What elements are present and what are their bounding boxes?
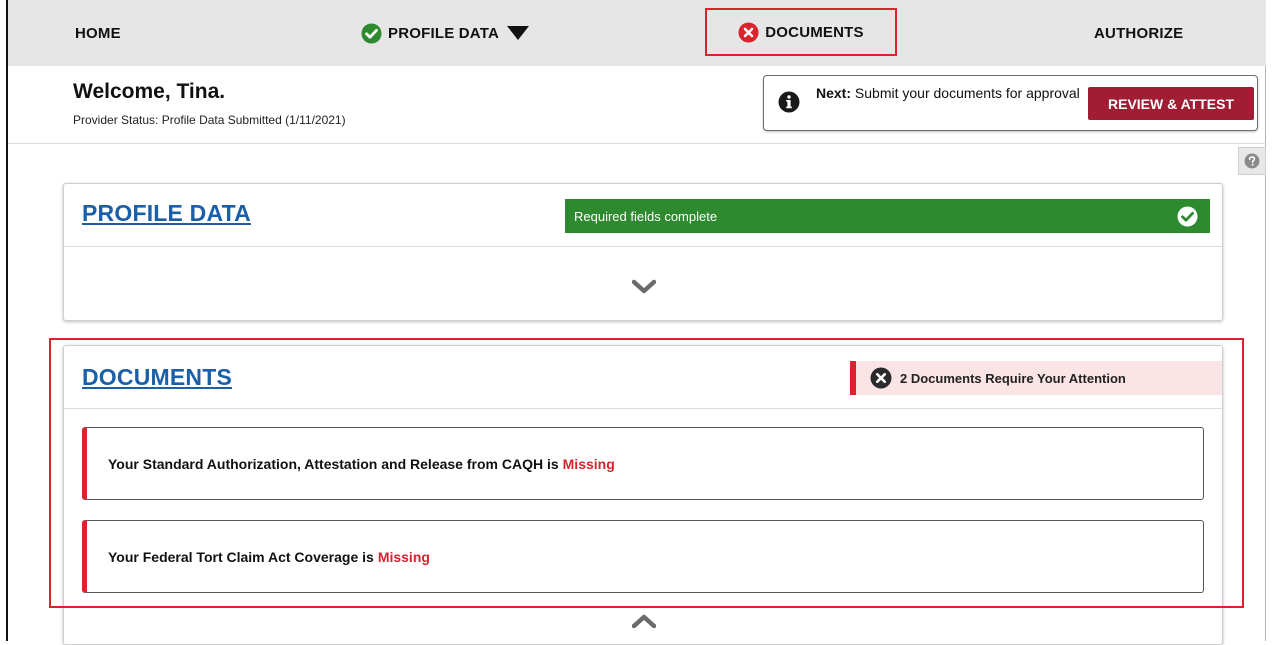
- info-icon: [778, 91, 800, 113]
- documents-highlight-outline: [49, 338, 1244, 608]
- header-divider: [8, 143, 1266, 144]
- next-step-description: Submit your documents for approval: [854, 85, 1080, 101]
- top-navigation: HOME PROFILE DATA DOCUMENTS AUTHORIZE: [8, 0, 1266, 66]
- check-circle-icon: [361, 23, 382, 43]
- provider-status: Provider Status: Profile Data Submitted …: [73, 113, 346, 127]
- provider-status-label: Provider Status:: [73, 113, 159, 127]
- profile-data-card-header: PROFILE DATA Required fields complete: [64, 184, 1222, 247]
- status-badge-complete: Required fields complete: [565, 199, 1210, 233]
- provider-status-value: Profile Data Submitted (1/11/2021): [161, 113, 346, 127]
- nav-authorize-label: AUTHORIZE: [1094, 24, 1184, 42]
- x-circle-icon: [738, 22, 759, 42]
- next-step-label: Next:: [816, 85, 852, 101]
- question-circle-icon[interactable]: [1238, 147, 1266, 175]
- nav-authorize[interactable]: AUTHORIZE: [1094, 0, 1183, 66]
- nav-home-label: HOME: [75, 24, 121, 42]
- nav-documents-label: DOCUMENTS: [765, 23, 864, 41]
- chevron-down-icon[interactable]: [632, 279, 656, 295]
- chevron-up-icon[interactable]: [632, 613, 656, 629]
- check-circle-icon: [1177, 206, 1198, 227]
- review-attest-button[interactable]: REVIEW & ATTEST: [1088, 87, 1254, 120]
- nav-profile-data-label: PROFILE DATA: [388, 24, 500, 42]
- status-badge-text: Required fields complete: [574, 208, 718, 224]
- help-glyph: [1244, 153, 1260, 169]
- nav-documents[interactable]: DOCUMENTS: [705, 8, 897, 56]
- nav-profile-data[interactable]: PROFILE DATA: [361, 0, 530, 66]
- next-step-panel: Next: Submit your documents for approval…: [763, 75, 1258, 131]
- window-right-border: [1265, 0, 1266, 641]
- welcome-heading: Welcome, Tina.: [73, 80, 226, 103]
- next-step-text: Next: Submit your documents for approval: [816, 85, 1081, 102]
- profile-data-card: PROFILE DATA Required fields complete: [63, 183, 1223, 321]
- window-left-border: [6, 0, 8, 641]
- profile-data-link[interactable]: PROFILE DATA: [82, 200, 251, 227]
- nav-home[interactable]: HOME: [75, 0, 121, 66]
- caret-down-icon[interactable]: [507, 26, 530, 40]
